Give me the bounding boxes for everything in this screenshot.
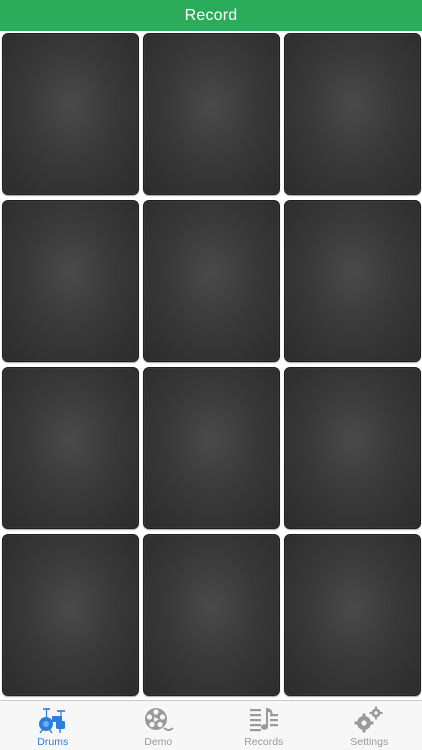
music-list-icon	[249, 708, 278, 732]
drum-pad-10[interactable]	[2, 534, 139, 696]
tab-records[interactable]: Records	[211, 701, 317, 750]
drum-pad-1[interactable]	[2, 33, 139, 195]
drum-pad-7[interactable]	[2, 367, 139, 529]
drum-pad-3[interactable]	[284, 33, 421, 195]
drum-pad-9[interactable]	[284, 367, 421, 529]
drum-pad-4[interactable]	[2, 200, 139, 362]
tab-settings[interactable]: Settings	[317, 701, 422, 750]
gears-icon	[354, 706, 383, 733]
drum-pad-5[interactable]	[143, 200, 280, 362]
tab-bar: Drums Demo Records Settings	[0, 700, 422, 750]
film-reel-icon	[145, 708, 174, 731]
drum-pad-6[interactable]	[284, 200, 421, 362]
tab-label-records: Records	[244, 736, 284, 748]
drum-pad-12[interactable]	[284, 534, 421, 696]
drum-pad-11[interactable]	[143, 534, 280, 696]
drum-pad-2[interactable]	[143, 33, 280, 195]
drum-pad-grid	[2, 33, 421, 697]
tab-drums[interactable]: Drums	[0, 701, 106, 750]
drum-pad-8[interactable]	[143, 367, 280, 529]
tab-label-demo: Demo	[144, 736, 173, 748]
app-screen: Record Drums Demo Records Settings	[0, 0, 422, 750]
nav-bar: Record	[0, 0, 422, 31]
tab-demo[interactable]: Demo	[106, 701, 212, 750]
page-title: Record	[184, 6, 238, 24]
tab-label-settings: Settings	[350, 736, 389, 748]
drum-kit-icon	[38, 708, 65, 734]
tab-label-drums: Drums	[37, 736, 69, 748]
